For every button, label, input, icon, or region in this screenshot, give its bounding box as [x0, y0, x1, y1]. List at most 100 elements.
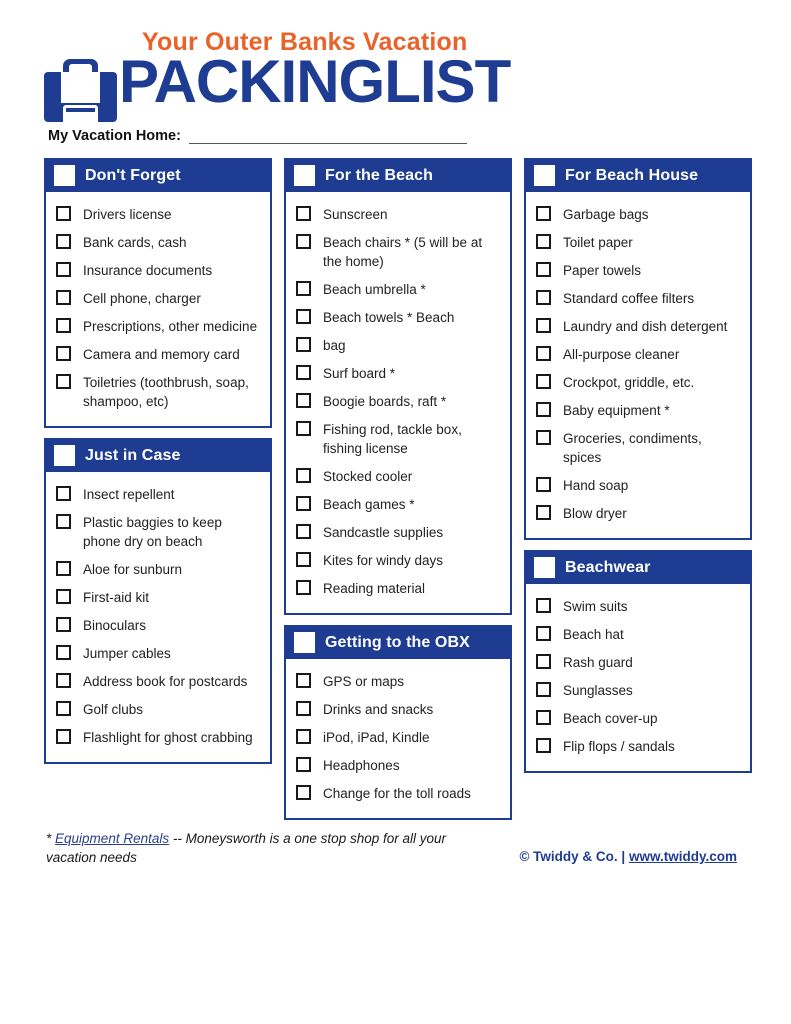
checkbox-icon[interactable] [56, 234, 71, 249]
section-checkbox-icon[interactable] [294, 165, 315, 186]
list-item[interactable]: iPod, iPad, Kindle [294, 724, 502, 752]
list-item[interactable]: Garbage bags [534, 201, 742, 229]
checkbox-icon[interactable] [296, 785, 311, 800]
list-item[interactable]: Fishing rod, tackle box, fishing license [294, 416, 502, 463]
checkbox-icon[interactable] [296, 281, 311, 296]
section-checkbox-icon[interactable] [54, 165, 75, 186]
list-item[interactable]: Address book for postcards [54, 668, 262, 696]
list-item[interactable]: Boogie boards, raft * [294, 388, 502, 416]
list-item[interactable]: Aloe for sunburn [54, 556, 262, 584]
checkbox-icon[interactable] [296, 496, 311, 511]
checkbox-icon[interactable] [536, 430, 551, 445]
checkbox-icon[interactable] [56, 561, 71, 576]
list-item[interactable]: Toilet paper [534, 229, 742, 257]
list-item[interactable]: Beach games * [294, 491, 502, 519]
checkbox-icon[interactable] [536, 290, 551, 305]
checkbox-icon[interactable] [296, 524, 311, 539]
checkbox-icon[interactable] [296, 580, 311, 595]
checkbox-icon[interactable] [296, 468, 311, 483]
checkbox-icon[interactable] [536, 477, 551, 492]
list-item[interactable]: Beach chairs * (5 will be at the home) [294, 229, 502, 276]
list-item[interactable]: Groceries, condiments, spices [534, 425, 742, 472]
checkbox-icon[interactable] [296, 729, 311, 744]
list-item[interactable]: Change for the toll roads [294, 780, 502, 808]
checkbox-icon[interactable] [56, 673, 71, 688]
list-item[interactable]: Sandcastle supplies [294, 519, 502, 547]
list-item[interactable]: Jumper cables [54, 640, 262, 668]
list-item[interactable]: Insect repellent [54, 481, 262, 509]
section-checkbox-icon[interactable] [54, 445, 75, 466]
list-item[interactable]: Plastic baggies to keep phone dry on bea… [54, 509, 262, 556]
vacation-home-input[interactable] [188, 129, 467, 144]
list-item[interactable]: Paper towels [534, 257, 742, 285]
section-checkbox-icon[interactable] [534, 165, 555, 186]
checkbox-icon[interactable] [296, 701, 311, 716]
checkbox-icon[interactable] [56, 589, 71, 604]
checkbox-icon[interactable] [536, 738, 551, 753]
list-item[interactable]: Surf board * [294, 360, 502, 388]
checkbox-icon[interactable] [296, 365, 311, 380]
list-item[interactable]: Swim suits [534, 593, 742, 621]
checkbox-icon[interactable] [296, 337, 311, 352]
checkbox-icon[interactable] [536, 682, 551, 697]
list-item[interactable]: Reading material [294, 575, 502, 603]
list-item[interactable]: Bank cards, cash [54, 229, 262, 257]
checkbox-icon[interactable] [296, 309, 311, 324]
checkbox-icon[interactable] [296, 757, 311, 772]
checkbox-icon[interactable] [536, 710, 551, 725]
checkbox-icon[interactable] [56, 486, 71, 501]
checkbox-icon[interactable] [56, 290, 71, 305]
list-item[interactable]: Headphones [294, 752, 502, 780]
checkbox-icon[interactable] [56, 645, 71, 660]
list-item[interactable]: First-aid kit [54, 584, 262, 612]
list-item[interactable]: Cell phone, charger [54, 285, 262, 313]
list-item[interactable]: Beach umbrella * [294, 276, 502, 304]
list-item[interactable]: Blow dryer [534, 500, 742, 528]
checkbox-icon[interactable] [536, 402, 551, 417]
checkbox-icon[interactable] [536, 654, 551, 669]
checkbox-icon[interactable] [56, 346, 71, 361]
twiddy-website-link[interactable]: www.twiddy.com [629, 849, 737, 864]
checkbox-icon[interactable] [56, 514, 71, 529]
checkbox-icon[interactable] [296, 552, 311, 567]
checkbox-icon[interactable] [296, 421, 311, 436]
list-item[interactable]: Camera and memory card [54, 341, 262, 369]
checkbox-icon[interactable] [56, 262, 71, 277]
checkbox-icon[interactable] [296, 206, 311, 221]
list-item[interactable]: Beach hat [534, 621, 742, 649]
list-item[interactable]: Binoculars [54, 612, 262, 640]
checkbox-icon[interactable] [296, 393, 311, 408]
list-item[interactable]: Kites for windy days [294, 547, 502, 575]
checkbox-icon[interactable] [56, 206, 71, 221]
checkbox-icon[interactable] [56, 374, 71, 389]
list-item[interactable]: Toiletries (toothbrush, soap, shampoo, e… [54, 369, 262, 416]
list-item[interactable]: Crockpot, griddle, etc. [534, 369, 742, 397]
list-item[interactable]: Drivers license [54, 201, 262, 229]
checkbox-icon[interactable] [296, 234, 311, 249]
list-item[interactable]: Baby equipment * [534, 397, 742, 425]
checkbox-icon[interactable] [536, 374, 551, 389]
list-item[interactable]: Insurance documents [54, 257, 262, 285]
list-item[interactable]: Sunscreen [294, 201, 502, 229]
checkbox-icon[interactable] [536, 262, 551, 277]
checkbox-icon[interactable] [536, 318, 551, 333]
list-item[interactable]: Hand soap [534, 472, 742, 500]
list-item[interactable]: Rash guard [534, 649, 742, 677]
checkbox-icon[interactable] [536, 598, 551, 613]
checkbox-icon[interactable] [536, 206, 551, 221]
checkbox-icon[interactable] [536, 234, 551, 249]
checkbox-icon[interactable] [536, 505, 551, 520]
list-item[interactable]: Beach cover-up [534, 705, 742, 733]
checkbox-icon[interactable] [56, 617, 71, 632]
list-item[interactable]: Drinks and snacks [294, 696, 502, 724]
checkbox-icon[interactable] [536, 346, 551, 361]
list-item[interactable]: Sunglasses [534, 677, 742, 705]
list-item[interactable]: All-purpose cleaner [534, 341, 742, 369]
list-item[interactable]: Standard coffee filters [534, 285, 742, 313]
list-item[interactable]: Prescriptions, other medicine [54, 313, 262, 341]
list-item[interactable]: Golf clubs [54, 696, 262, 724]
checkbox-icon[interactable] [56, 701, 71, 716]
list-item[interactable]: Stocked cooler [294, 463, 502, 491]
list-item[interactable]: Flashlight for ghost crabbing [54, 724, 262, 752]
list-item[interactable]: Beach towels * Beach [294, 304, 502, 332]
